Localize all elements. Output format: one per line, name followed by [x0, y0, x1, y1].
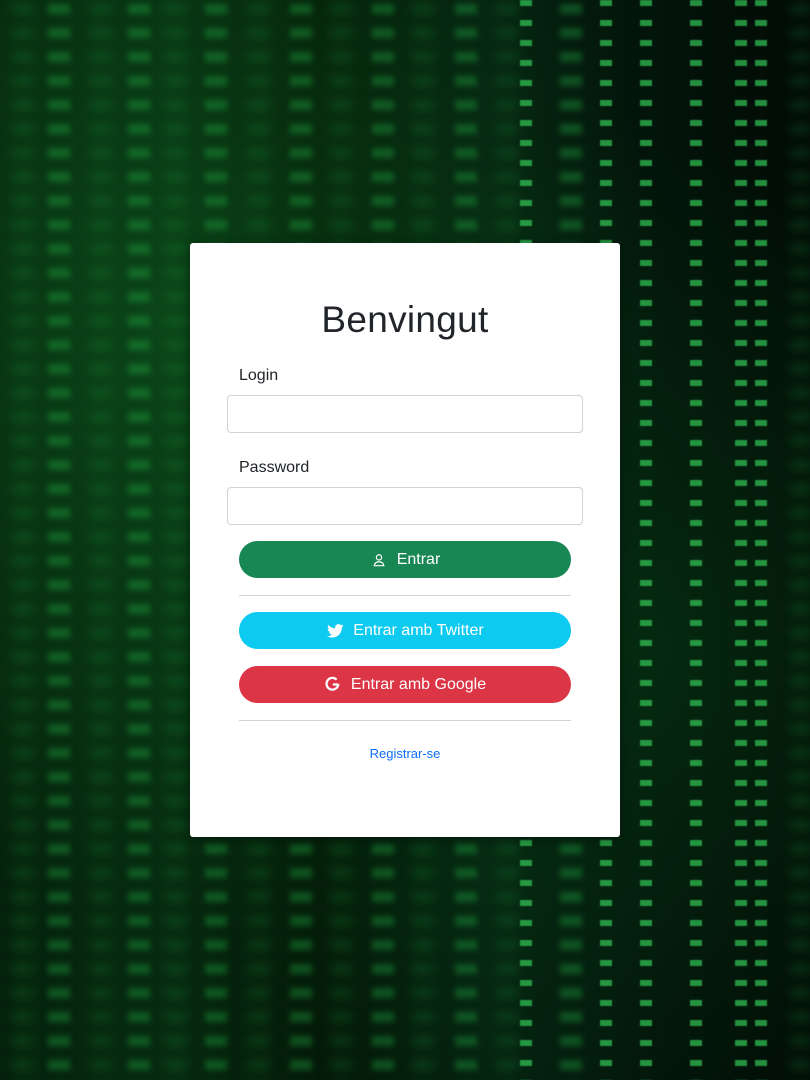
- password-input[interactable]: [227, 487, 583, 525]
- page-title: Benvingut: [321, 299, 489, 340]
- twitter-login-label: Entrar amb Twitter: [353, 621, 484, 639]
- user-icon: [370, 551, 388, 569]
- twitter-icon: [326, 622, 344, 640]
- divider: [239, 595, 571, 596]
- google-icon: [324, 676, 342, 694]
- register-link[interactable]: Registrar-se: [190, 746, 620, 761]
- divider: [239, 720, 571, 721]
- login-button[interactable]: Entrar: [239, 541, 571, 578]
- login-button-label: Entrar: [396, 550, 441, 568]
- login-card: Benvingut Login Password Entrar Entrar a…: [190, 243, 620, 837]
- login-input[interactable]: [227, 395, 583, 433]
- login-label: Login: [239, 367, 279, 384]
- password-label: Password: [239, 459, 310, 476]
- google-login-label: Entrar amb Google: [350, 675, 487, 693]
- google-login-button[interactable]: Entrar amb Google: [239, 666, 571, 703]
- twitter-login-button[interactable]: Entrar amb Twitter: [239, 612, 571, 649]
